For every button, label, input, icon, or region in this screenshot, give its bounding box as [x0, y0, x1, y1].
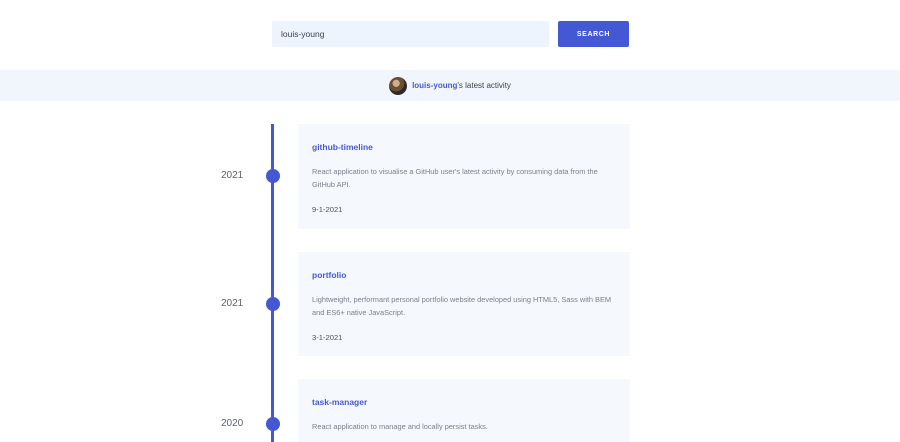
timeline-year: 2021 — [221, 170, 244, 181]
repo-description: Lightweight, performant personal portfol… — [312, 295, 612, 317]
search-bar: SEARCH — [272, 21, 629, 47]
timeline-card[interactable]: portfolio Lightweight, performant person… — [298, 252, 630, 356]
timeline-card[interactable]: task-manager React application to manage… — [298, 379, 630, 442]
timeline-dot — [266, 169, 280, 183]
timeline-card[interactable]: github-timeline React application to vis… — [298, 124, 630, 229]
timeline-dot — [266, 417, 280, 431]
timeline-dot — [266, 297, 280, 311]
banner-suffix: 's latest activity — [457, 81, 511, 90]
repo-title[interactable]: portfolio — [312, 270, 616, 280]
repo-date: 9-1-2021 — [312, 205, 343, 214]
activity-banner: louis-young 's latest activity — [0, 70, 900, 101]
timeline-year: 2021 — [221, 298, 244, 309]
banner-username[interactable]: louis-young — [412, 81, 457, 90]
search-input[interactable] — [272, 21, 549, 47]
repo-description: React application to manage and locally … — [312, 422, 488, 431]
timeline-year: 2020 — [221, 418, 244, 429]
search-button[interactable]: SEARCH — [558, 21, 629, 47]
repo-date: 3-1-2021 — [312, 333, 343, 342]
repo-title[interactable]: task-manager — [312, 397, 616, 407]
repo-description: React application to visualise a GitHub … — [312, 167, 598, 189]
repo-title[interactable]: github-timeline — [312, 142, 616, 152]
avatar — [389, 76, 408, 95]
